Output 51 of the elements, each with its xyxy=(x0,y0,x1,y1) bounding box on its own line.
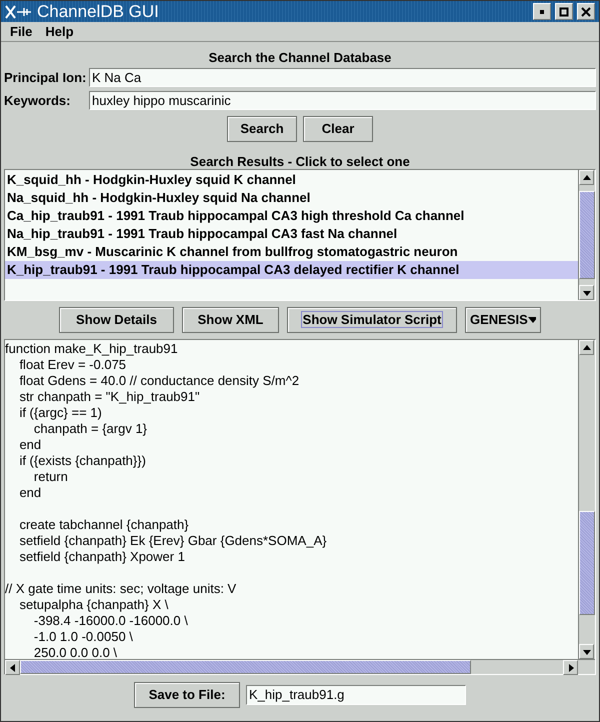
code-line: create tabchannel {chanpath} xyxy=(18,517,190,533)
menu-item[interactable]: File xyxy=(10,22,32,42)
result-item[interactable]: K_hip_traub91 - 1991 Traub hippocampal CA3 delayed rectifier K channel xyxy=(5,261,578,279)
push-button[interactable]: Clear xyxy=(303,116,373,142)
code-line: setupalpha {chanpath} X \ xyxy=(18,597,170,613)
section-heading: Search the Channel Database xyxy=(208,49,392,66)
scrollbar-thumb[interactable] xyxy=(579,511,595,616)
code-line: end xyxy=(18,485,42,501)
result-item[interactable]: Na_hip_traub91 - 1991 Traub hippocampal CA3 fast Na channel xyxy=(5,225,578,243)
app-icon xyxy=(5,4,33,18)
simulator-dropdown[interactable]: GENESIS xyxy=(465,307,541,333)
code-line: return xyxy=(32,469,69,485)
code-line: setfield {chanpath} Ek {Erev} Gbar {Gdens*SOMA_A} xyxy=(18,533,328,549)
section-heading: Search Results - Click to select one xyxy=(189,153,411,169)
result-item[interactable]: KM_bsg_mv - Muscarinic K channel from bullfrog stomatogastric neuron xyxy=(5,243,578,261)
code-line: float Gdens = 40.0 // conductance density S/m^2 xyxy=(18,373,300,389)
code-line: 250.0 0.0 0.0 \ xyxy=(32,645,118,659)
field-label: Keywords: xyxy=(4,92,72,110)
code-line: -398.4 -16000.0 -16000.0 \ xyxy=(32,613,189,629)
window-title: ChannelDB GUI xyxy=(37,3,159,20)
close-icon xyxy=(581,6,591,16)
result-item[interactable]: Na_squid_hh - Hodgkin-Huxley squid Na channel xyxy=(5,189,578,207)
input-field[interactable]: huxley hippo muscarinic xyxy=(89,90,596,110)
code-line: float Erev = -0.075 xyxy=(18,357,128,373)
push-button[interactable]: Show XML xyxy=(182,307,279,333)
result-item[interactable]: Ca_hip_traub91 - 1991 Traub hippocampal CA3 high threshold Ca channel xyxy=(5,207,578,225)
code-line: function make_K_hip_traub91 xyxy=(5,341,179,357)
maximize-button[interactable] xyxy=(555,3,573,20)
push-button[interactable]: Save to File: xyxy=(134,682,240,708)
code-line: setfield {chanpath} Xpower 1 xyxy=(18,549,186,565)
push-button[interactable]: Show Details xyxy=(59,307,174,333)
push-button[interactable]: Search xyxy=(227,116,297,142)
menu-item[interactable]: Help xyxy=(45,22,74,42)
push-button[interactable]: Show Simulator Script xyxy=(287,307,457,333)
file-name-field[interactable]: K_hip_traub91.g xyxy=(246,685,466,705)
code-line: if ({argc} == 1) xyxy=(18,405,103,421)
code-line: // X gate time units: sec; voltage units: V xyxy=(5,581,238,597)
field-label: Principal Ion: xyxy=(4,69,88,87)
code-line: if ({exists {chanpath}}) xyxy=(18,453,147,469)
square-icon xyxy=(559,6,569,16)
code-line: str chanpath = "K_hip_traub91" xyxy=(18,389,201,405)
code-line: chanpath = {argv 1} xyxy=(32,421,148,437)
code-line: end xyxy=(18,437,42,453)
caret-icon xyxy=(528,317,536,323)
code-line: -1.0 1.0 -0.0050 \ xyxy=(32,629,134,645)
minimize-button[interactable] xyxy=(533,3,551,20)
scrollbar-thumb[interactable] xyxy=(20,660,471,674)
result-item[interactable]: K_squid_hh - Hodgkin-Huxley squid K channel xyxy=(5,171,578,189)
input-field[interactable]: K Na Ca xyxy=(89,68,596,88)
scrollbar-thumb[interactable] xyxy=(579,191,595,279)
close-button[interactable] xyxy=(577,3,595,20)
